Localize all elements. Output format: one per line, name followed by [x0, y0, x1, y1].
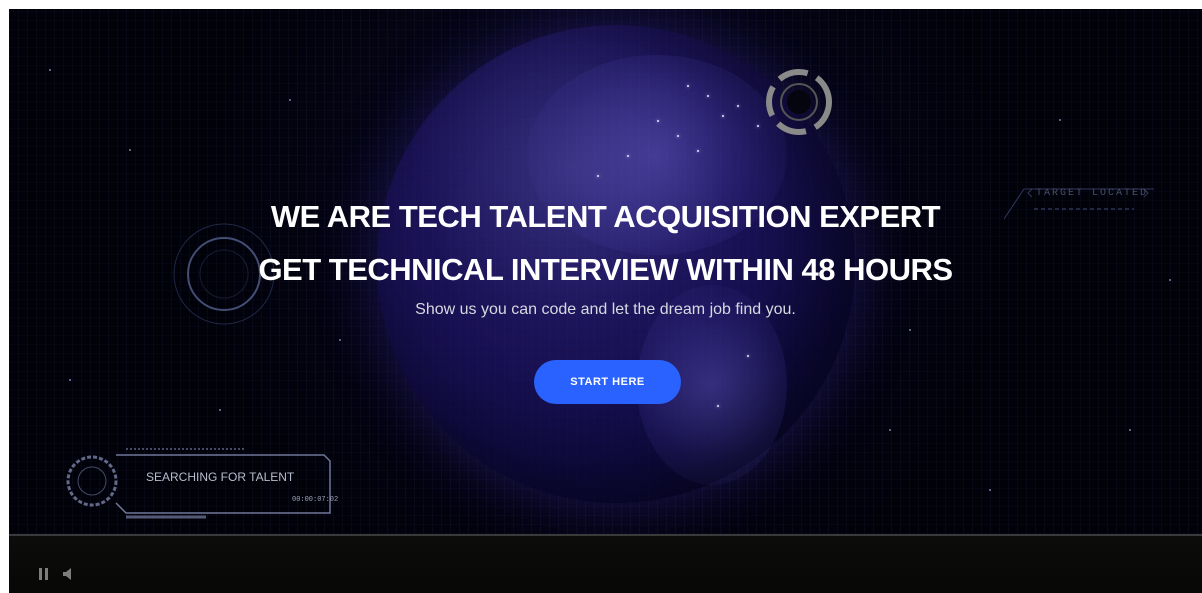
- star: [49, 69, 51, 71]
- city-light: [722, 115, 724, 117]
- target-gauge-icon: [766, 69, 832, 135]
- star: [69, 379, 71, 381]
- hero-subtitle: Show us you can code and let the dream j…: [415, 301, 796, 318]
- target-located-label: TARGET LOCATED: [1036, 188, 1149, 199]
- city-light: [597, 175, 599, 177]
- star: [289, 99, 291, 101]
- city-light: [747, 355, 749, 357]
- city-light: [677, 135, 679, 137]
- headline-line-2: GET TECHNICAL INTERVIEW WITHIN 48 HOURS: [258, 252, 953, 287]
- pause-icon[interactable]: [39, 568, 49, 580]
- city-light: [657, 120, 659, 122]
- city-light: [627, 155, 629, 157]
- city-light: [737, 105, 739, 107]
- start-here-button[interactable]: START HERE: [534, 360, 681, 404]
- city-light: [687, 85, 689, 87]
- star: [219, 409, 221, 411]
- city-light: [717, 405, 719, 407]
- panel-timer: 00:00:07:02: [292, 496, 339, 504]
- star: [989, 489, 991, 491]
- star: [889, 429, 891, 431]
- star: [129, 149, 131, 151]
- city-light: [757, 125, 759, 127]
- volume-icon[interactable]: [63, 568, 75, 580]
- headline-line-1: WE ARE TECH TALENT ACQUISITION EXPERT: [270, 199, 941, 234]
- city-light: [697, 150, 699, 152]
- city-light: [707, 95, 709, 97]
- star: [339, 339, 341, 341]
- searching-talent-label: SEARCHING FOR TALENT: [146, 470, 295, 484]
- hero-section: TARGET LOCATED SEARCHING FOR TALENT 00:0…: [9, 9, 1202, 534]
- video-frame: TARGET LOCATED SEARCHING FOR TALENT 00:0…: [9, 9, 1202, 593]
- star: [1129, 429, 1131, 431]
- star: [1059, 119, 1061, 121]
- video-control-bar: [9, 534, 1202, 593]
- star: [909, 329, 911, 331]
